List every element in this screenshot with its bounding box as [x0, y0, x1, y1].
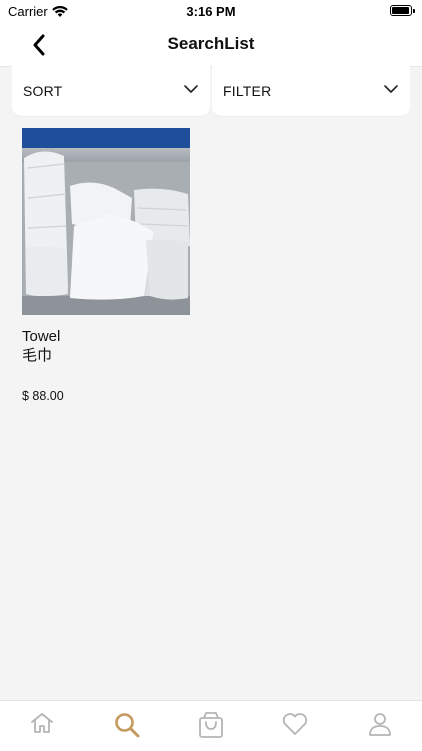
tab-cart[interactable]	[169, 701, 253, 751]
product-name: Towel	[22, 328, 61, 345]
search-icon	[114, 713, 140, 738]
sort-label: SORT	[23, 83, 63, 99]
home-icon	[31, 713, 54, 733]
tab-home[interactable]	[0, 701, 84, 751]
product-image	[22, 128, 190, 315]
page-title: SearchList	[167, 34, 255, 53]
tab-bar	[0, 700, 422, 751]
status-time: 3:16 PM	[186, 4, 236, 19]
bag-icon	[199, 712, 223, 738]
sort-dropdown[interactable]: SORT	[12, 66, 210, 117]
product-card[interactable]: Towel 毛巾 $ 88.00	[22, 128, 190, 403]
product-price: $ 88.00	[22, 389, 64, 403]
filter-label: FILTER	[223, 83, 272, 99]
tab-favorites[interactable]	[253, 701, 337, 751]
profile-icon	[368, 713, 391, 736]
status-bar: Carrier 3:16 PM	[0, 0, 422, 22]
chevron-down-icon	[384, 85, 398, 93]
heart-icon	[283, 713, 308, 735]
filter-dropdown[interactable]: FILTER	[212, 66, 410, 117]
product-name-chinese: 毛巾	[22, 347, 53, 364]
battery-icon	[390, 5, 415, 16]
nav-bar: SearchList	[0, 22, 422, 67]
tab-profile[interactable]	[338, 701, 422, 751]
sort-filter-bar: SORT FILTER	[12, 66, 410, 117]
chevron-down-icon	[184, 85, 198, 93]
tab-search[interactable]	[84, 701, 168, 751]
